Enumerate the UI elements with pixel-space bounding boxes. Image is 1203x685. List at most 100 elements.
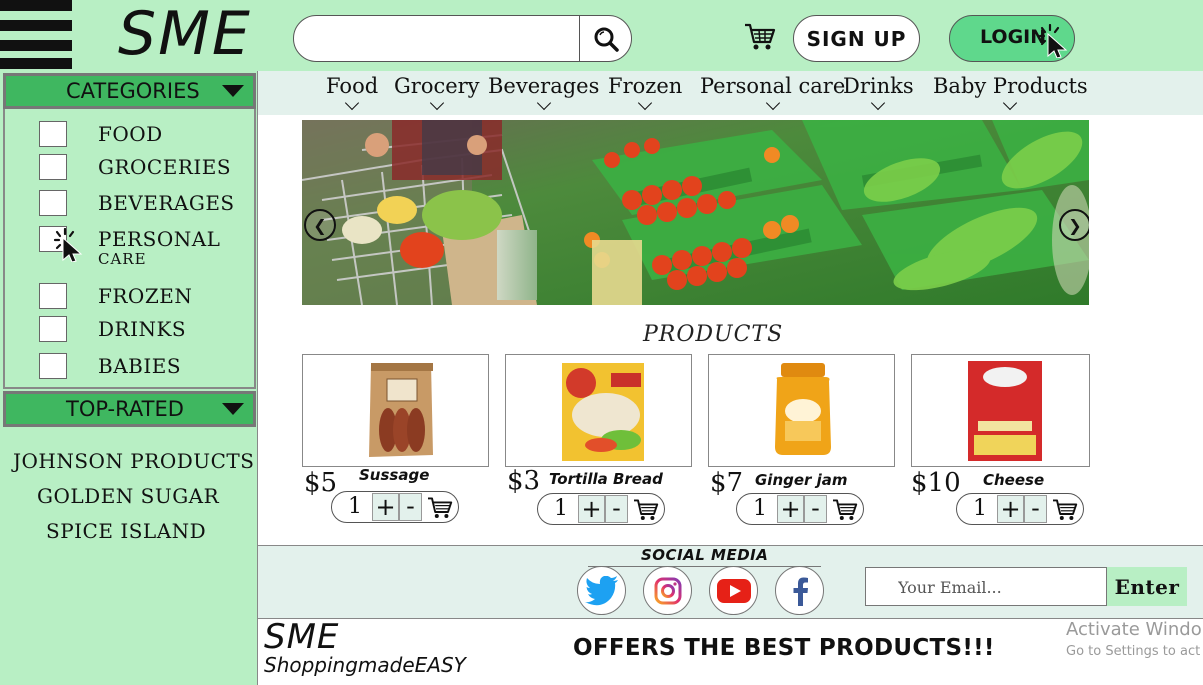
hero-banner: ❮ ❯ — [302, 120, 1089, 305]
chevron-down-icon — [345, 95, 360, 111]
increment-button[interactable]: + — [997, 495, 1024, 523]
nav-food[interactable]: Food — [326, 71, 379, 111]
nav-label: Baby Products — [933, 74, 1088, 98]
checkbox[interactable] — [39, 283, 67, 309]
chevron-down-icon — [765, 95, 780, 111]
nav-label: Beverages — [488, 74, 600, 98]
category-food[interactable]: FOOD — [5, 121, 255, 151]
product-card-ginger-jam[interactable] — [708, 354, 895, 467]
checkbox[interactable] — [39, 121, 67, 147]
checkbox[interactable] — [39, 316, 67, 342]
caret-down-icon[interactable] — [222, 403, 244, 415]
chevron-down-icon — [1003, 95, 1018, 111]
product-name[interactable]: Tortilla Bread — [549, 470, 663, 488]
category-personal-care[interactable]: PERSONAL CARE — [5, 226, 255, 270]
category-label: BEVERAGES — [98, 191, 235, 215]
nav-label: Drinks — [843, 74, 914, 98]
quantity-value[interactable]: 1 — [753, 496, 767, 521]
product-name[interactable]: Ginger jam — [755, 471, 848, 489]
cheese-product-image — [968, 361, 1042, 461]
instagram-icon — [654, 577, 681, 604]
banner-image — [302, 120, 1089, 305]
facebook-link[interactable] — [775, 566, 824, 615]
product-card-sussage[interactable] — [302, 354, 489, 467]
nav-frozen[interactable]: Frozen — [608, 71, 682, 111]
brand-link[interactable]: GOLDEN SUGAR — [37, 484, 219, 508]
nav-grocery[interactable]: Grocery — [394, 71, 480, 111]
divider — [588, 566, 821, 567]
decrement-button[interactable]: - — [804, 495, 827, 523]
increment-button[interactable]: + — [777, 495, 804, 523]
sausage-product-image — [369, 363, 433, 457]
category-babies[interactable]: BABIES — [5, 353, 255, 383]
product-price: $7 — [710, 468, 744, 498]
search-button[interactable] — [579, 16, 631, 61]
decrement-button[interactable]: - — [1024, 495, 1047, 523]
site-logo[interactable]: SME — [118, 2, 252, 66]
enter-button[interactable]: Enter — [1107, 567, 1187, 606]
search-input[interactable] — [310, 24, 570, 54]
caret-down-icon[interactable] — [222, 85, 244, 97]
quantity-value[interactable]: 1 — [554, 496, 568, 521]
email-input[interactable] — [876, 573, 1098, 601]
youtube-link[interactable] — [709, 566, 758, 615]
category-drinks[interactable]: DRINKS — [5, 316, 255, 346]
brand-link[interactable]: SPICE ISLAND — [46, 519, 206, 543]
nav-personal-care[interactable]: Personal care — [700, 71, 845, 111]
nav-baby-products[interactable]: Baby Products — [933, 71, 1088, 111]
product-name[interactable]: Cheese — [983, 471, 1044, 489]
header: SME SIGN UP LOGIN — [0, 0, 1203, 71]
checkbox[interactable] — [39, 353, 67, 379]
sidebar: CATEGORIES FOOD GROCERIES BEVERAGES PERS… — [0, 71, 258, 685]
cart-icon[interactable] — [744, 22, 776, 52]
activate-subtitle: Go to Settings to act — [1066, 644, 1201, 659]
category-label: BABIES — [98, 354, 182, 378]
categories-header[interactable]: CATEGORIES — [3, 73, 256, 109]
top-rated-header[interactable]: TOP-RATED — [3, 391, 256, 427]
hamburger-menu-icon[interactable] — [0, 0, 74, 70]
increment-button[interactable]: + — [372, 493, 399, 521]
search-bar — [293, 15, 632, 62]
add-to-cart-icon[interactable] — [426, 496, 454, 520]
product-card-tortilla-bread[interactable] — [505, 354, 692, 467]
carousel-prev-button[interactable]: ❮ — [304, 209, 336, 241]
twitter-icon — [584, 575, 618, 605]
add-to-cart-icon[interactable] — [831, 498, 859, 522]
nav-drinks[interactable]: Drinks — [843, 71, 914, 111]
product-card-cheese[interactable] — [911, 354, 1090, 467]
footer: SME ShoppingmadeEASY OFFERS THE BEST PRO… — [258, 617, 1203, 685]
carousel-next-button[interactable]: ❯ — [1059, 209, 1089, 241]
instagram-link[interactable] — [643, 566, 692, 615]
add-to-cart-icon[interactable] — [1051, 498, 1079, 522]
footer-offer-text: OFFERS THE BEST PRODUCTS!!! — [573, 635, 995, 661]
product-name[interactable]: Sussage — [359, 466, 429, 484]
add-to-cart-icon[interactable] — [632, 498, 660, 522]
youtube-icon — [716, 578, 751, 603]
email-box — [865, 567, 1107, 606]
quantity-value[interactable]: 1 — [973, 496, 987, 521]
brand-link[interactable]: JOHNSON PRODUCTS — [13, 449, 254, 473]
nav-beverages[interactable]: Beverages — [488, 71, 600, 111]
footer-logo: SME — [264, 617, 340, 657]
social-section: SOCIAL MEDIA Enter — [258, 545, 1203, 619]
increment-button[interactable]: + — [578, 495, 605, 523]
category-beverages[interactable]: BEVERAGES — [5, 190, 255, 220]
sign-up-button[interactable]: SIGN UP — [793, 15, 920, 62]
chevron-down-icon — [638, 95, 653, 111]
nav-label: Food — [326, 74, 379, 98]
quantity-stepper: 1 + - — [956, 493, 1084, 525]
facebook-icon — [793, 577, 808, 606]
login-button[interactable]: LOGIN — [949, 15, 1075, 62]
twitter-link[interactable] — [577, 566, 626, 615]
nav-label: Grocery — [394, 74, 480, 98]
checkbox[interactable] — [39, 154, 67, 180]
tortilla-product-image — [562, 363, 644, 461]
category-groceries[interactable]: GROCERIES — [5, 154, 255, 184]
checkbox[interactable] — [39, 190, 67, 216]
search-icon — [594, 27, 619, 52]
quantity-value[interactable]: 1 — [348, 494, 362, 519]
decrement-button[interactable]: - — [605, 495, 628, 523]
decrement-button[interactable]: - — [399, 493, 422, 521]
windows-activation-watermark: Activate Windo Go to Settings to act — [1066, 619, 1203, 663]
category-frozen[interactable]: FROZEN — [5, 283, 255, 313]
